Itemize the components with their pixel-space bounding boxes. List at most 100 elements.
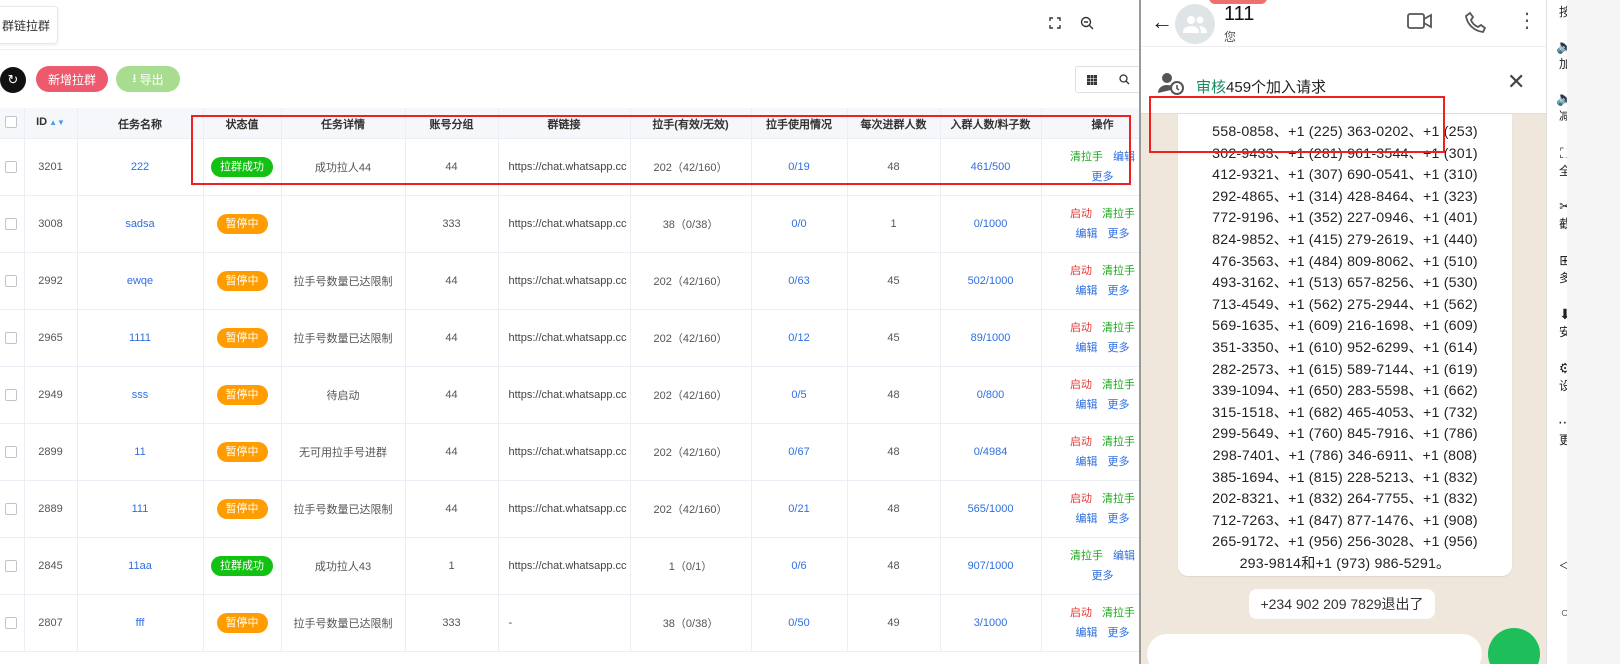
clear-puller-button[interactable]: 清拉手: [1102, 265, 1135, 277]
row-checkbox[interactable]: [4, 388, 17, 401]
joined-link[interactable]: 502/1000: [968, 275, 1014, 287]
join-request-banner[interactable]: 审核459个加入请求 ✕: [1141, 46, 1546, 153]
puller-usage-link[interactable]: 0/67: [788, 446, 809, 458]
message-line: 351-3350、+1 (610) 952-6299、+1 (614): [1212, 339, 1478, 356]
start-button[interactable]: 启动: [1070, 265, 1092, 277]
start-button[interactable]: 启动: [1070, 379, 1092, 391]
row-select-cell: [0, 537, 25, 595]
joined-link[interactable]: 3/1000: [974, 617, 1008, 629]
more-button[interactable]: 更多: [1108, 627, 1130, 639]
task-name-link[interactable]: sadsa: [125, 218, 154, 230]
close-icon[interactable]: ✕: [1507, 69, 1525, 95]
edit-button[interactable]: 编辑: [1076, 513, 1098, 525]
task-name-link[interactable]: sss: [132, 389, 149, 401]
joined-link[interactable]: 461/500: [971, 161, 1011, 173]
cell-status: 拉群成功: [203, 537, 282, 595]
start-button[interactable]: 启动: [1070, 493, 1092, 505]
more-button[interactable]: 更多: [1092, 171, 1114, 183]
tab-group-link-pull[interactable]: 群链拉群: [0, 6, 58, 44]
row-checkbox[interactable]: [4, 331, 17, 344]
message-line: 292-4865、+1 (314) 428-8464、+1 (323): [1212, 188, 1478, 205]
row-select-cell: [0, 252, 25, 310]
edit-button[interactable]: 编辑: [1076, 627, 1098, 639]
clear-puller-button[interactable]: 清拉手: [1102, 436, 1135, 448]
joined-link[interactable]: 565/1000: [968, 503, 1014, 515]
row-checkbox[interactable]: [4, 160, 17, 173]
puller-usage-link[interactable]: 0/21: [788, 503, 809, 515]
task-name-link[interactable]: 222: [131, 161, 149, 173]
task-name-link[interactable]: 1111: [129, 332, 151, 344]
send-button[interactable]: [1488, 628, 1540, 664]
joined-link[interactable]: 89/1000: [971, 332, 1011, 344]
joined-link[interactable]: 907/1000: [968, 560, 1014, 572]
row-checkbox[interactable]: [4, 502, 17, 515]
more-button[interactable]: 更多: [1108, 513, 1130, 525]
joined-link[interactable]: 0/4984: [974, 446, 1008, 458]
back-arrow-icon[interactable]: ←: [1151, 9, 1173, 35]
puller-usage-link[interactable]: 0/50: [788, 617, 809, 629]
row-checkbox[interactable]: [4, 616, 17, 629]
puller-usage-link[interactable]: 0/12: [788, 332, 809, 344]
more-button[interactable]: 更多: [1108, 456, 1130, 468]
joined-link[interactable]: 0/800: [977, 389, 1005, 401]
group-avatar[interactable]: [1175, 4, 1215, 44]
edit-button[interactable]: 编辑: [1076, 342, 1098, 354]
task-name-link[interactable]: 11: [134, 446, 145, 458]
add-pull-group-button[interactable]: 新增拉群: [36, 66, 108, 92]
start-button[interactable]: 启动: [1070, 322, 1092, 334]
message-input[interactable]: [1147, 634, 1482, 664]
chat-title[interactable]: 111: [1224, 3, 1254, 26]
side-toolbar: 按 🔈 加 🔈 减 ⛶ 全 ✂ 截 ⊞ 多 ⬇ 安 ⚙ 设 ⋯ 更 ◁ ○: [1546, 0, 1620, 664]
more-button[interactable]: 更多: [1092, 570, 1114, 582]
cell-puller: 1（0/1）: [630, 537, 752, 595]
clear-puller-button[interactable]: 清拉手: [1102, 493, 1135, 505]
joined-link[interactable]: 0/1000: [974, 218, 1008, 230]
video-call-icon[interactable]: [1407, 11, 1433, 36]
puller-usage-link[interactable]: 0/19: [788, 161, 809, 173]
task-name-link[interactable]: 111: [132, 503, 149, 515]
more-button[interactable]: 更多: [1108, 342, 1130, 354]
sort-icon[interactable]: ▲▼: [49, 118, 65, 127]
puller-usage-link[interactable]: 0/6: [791, 560, 806, 572]
more-button[interactable]: 更多: [1108, 285, 1130, 297]
zoom-out-icon[interactable]: [1078, 14, 1096, 32]
edit-button[interactable]: 编辑: [1113, 151, 1135, 163]
select-all-checkbox[interactable]: [4, 116, 17, 129]
review-link[interactable]: 审核: [1196, 79, 1226, 96]
phone-icon[interactable]: [1465, 11, 1487, 38]
edit-button[interactable]: 编辑: [1076, 228, 1098, 240]
col-label: 操作: [1091, 119, 1114, 131]
task-name-link[interactable]: 11aa: [128, 560, 152, 572]
row-checkbox[interactable]: [4, 559, 17, 572]
export-button[interactable]: ⭳ 导出: [116, 66, 180, 92]
start-button[interactable]: 启动: [1070, 436, 1092, 448]
col-id[interactable]: ID ▲▼: [24, 108, 78, 139]
edit-button[interactable]: 编辑: [1113, 550, 1135, 562]
more-button[interactable]: 更多: [1108, 228, 1130, 240]
row-checkbox[interactable]: [4, 217, 17, 230]
clear-puller-button[interactable]: 清拉手: [1102, 607, 1135, 619]
start-button[interactable]: 启动: [1070, 208, 1092, 220]
refresh-icon[interactable]: ↻: [0, 67, 26, 93]
puller-usage-link[interactable]: 0/5: [791, 389, 806, 401]
edit-button[interactable]: 编辑: [1076, 456, 1098, 468]
puller-usage-link[interactable]: 0/0: [791, 218, 806, 230]
fullscreen-icon[interactable]: [1046, 14, 1064, 32]
edit-button[interactable]: 编辑: [1076, 285, 1098, 297]
clear-puller-button[interactable]: 清拉手: [1102, 322, 1135, 334]
task-name-link[interactable]: ewqe: [127, 275, 153, 287]
more-button[interactable]: 更多: [1108, 399, 1130, 411]
task-name-link[interactable]: fff: [136, 617, 145, 629]
clear-puller-button[interactable]: 清拉手: [1070, 151, 1103, 163]
edit-button[interactable]: 编辑: [1076, 399, 1098, 411]
puller-usage-link[interactable]: 0/63: [788, 275, 809, 287]
grid-view-icon[interactable]: [1075, 66, 1109, 93]
more-vertical-icon[interactable]: ⋮: [1517, 8, 1537, 33]
search-icon[interactable]: [1108, 66, 1142, 93]
clear-puller-button[interactable]: 清拉手: [1102, 208, 1135, 220]
row-checkbox[interactable]: [4, 274, 17, 287]
clear-puller-button[interactable]: 清拉手: [1102, 379, 1135, 391]
row-checkbox[interactable]: [4, 445, 17, 458]
clear-puller-button[interactable]: 清拉手: [1070, 550, 1103, 562]
start-button[interactable]: 启动: [1070, 607, 1092, 619]
